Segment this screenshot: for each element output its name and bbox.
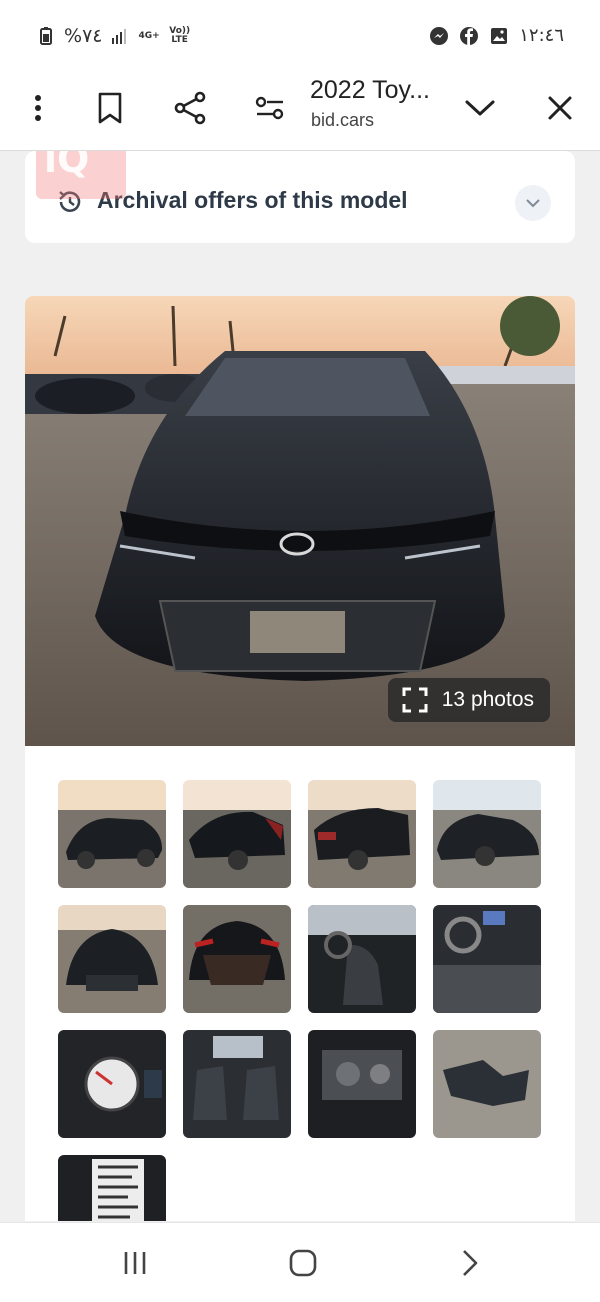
home-icon (289, 1249, 317, 1277)
thumbnail-2[interactable] (183, 780, 291, 888)
back-button[interactable] (450, 1245, 490, 1281)
photo-gallery: 13 photos (25, 296, 575, 1221)
thumbnail-9[interactable] (58, 1030, 166, 1138)
photo-count-label: 13 photos (441, 688, 534, 711)
chevron-down-icon (465, 100, 495, 116)
network-volte: Vo)) LTE (169, 26, 191, 45)
chevron-down-icon (526, 198, 540, 207)
clock: ١٢:٤٦ (519, 25, 564, 46)
thumbnail-1[interactable] (58, 780, 166, 888)
expand-button[interactable] (458, 86, 502, 130)
thumbnail-7[interactable] (308, 905, 416, 1013)
thumbnail-3[interactable] (308, 780, 416, 888)
status-bar: %٧٤ 4G+ Vo)) LTE ١٢:٤٦ (0, 0, 600, 72)
back-icon (463, 1250, 478, 1276)
photo-count-badge[interactable]: 13 photos (387, 678, 550, 722)
thumbnail-11[interactable] (308, 1030, 416, 1138)
archival-offers-label: Archival offers of this model (97, 187, 408, 213)
battery-icon (40, 27, 52, 45)
thumbnail-12[interactable] (433, 1030, 541, 1138)
facebook-icon (460, 26, 479, 45)
share-button[interactable] (168, 86, 212, 130)
thumbnail-5[interactable] (58, 905, 166, 1013)
page-content: Archival offers of this model iQ 13 phot… (0, 151, 600, 1221)
thumbnail-6[interactable] (183, 905, 291, 1013)
more-vertical-icon (35, 95, 41, 121)
battery-percent: %٧٤ (64, 25, 103, 47)
archival-expand-button[interactable] (515, 185, 551, 221)
recent-apps-icon (124, 1252, 146, 1274)
fullscreen-icon (402, 687, 428, 713)
signal-icon (112, 29, 127, 44)
tune-icon (255, 96, 284, 120)
home-button[interactable] (283, 1245, 323, 1281)
tune-button[interactable] (248, 86, 292, 130)
thumbnail-8[interactable] (433, 905, 541, 1013)
thumbnail-13[interactable] (58, 1155, 166, 1221)
share-icon (174, 91, 206, 125)
system-navigation-bar (0, 1222, 600, 1302)
status-right: ١٢:٤٦ (429, 25, 564, 46)
network-4g: 4G+ (138, 30, 160, 41)
main-photo[interactable]: 13 photos (25, 296, 575, 746)
messenger-icon (430, 26, 449, 45)
gallery-icon (491, 27, 508, 44)
page-title: 2022 Toy... (310, 76, 430, 104)
thumbnail-10[interactable] (183, 1030, 291, 1138)
watermark-text: iQ (44, 151, 90, 181)
recent-apps-button[interactable] (115, 1245, 155, 1281)
browser-toolbar: 2022 Toy... bid.cars (0, 72, 600, 151)
close-icon (548, 96, 572, 120)
close-button[interactable] (538, 86, 582, 130)
page-url: bid.cars (311, 110, 375, 130)
menu-button[interactable] (16, 86, 60, 130)
bookmark-button[interactable] (88, 86, 132, 130)
watermark-logo: iQ (36, 151, 126, 199)
thumbnail-4[interactable] (433, 780, 541, 888)
status-left: %٧٤ 4G+ Vo)) LTE (36, 25, 192, 47)
bookmark-icon (98, 92, 122, 124)
